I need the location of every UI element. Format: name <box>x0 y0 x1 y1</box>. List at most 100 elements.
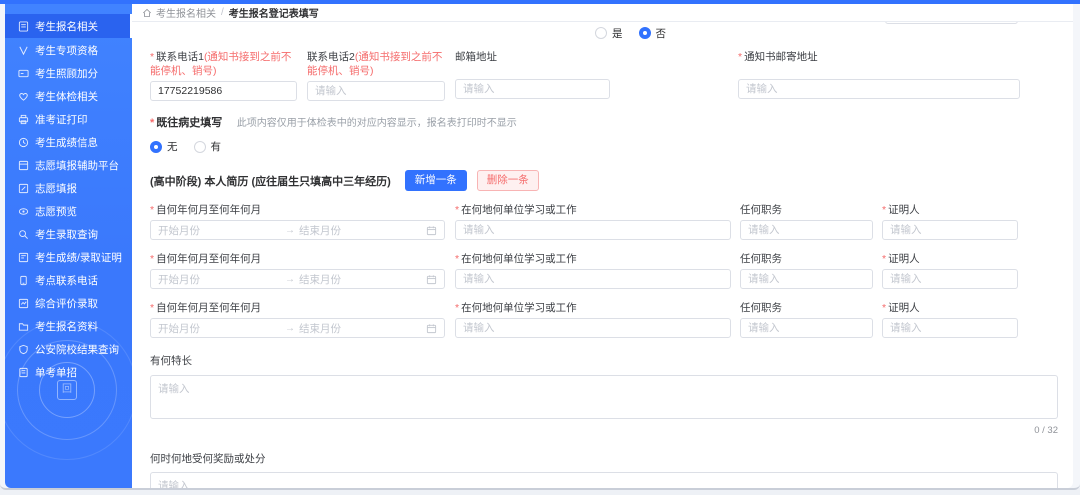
sidebar-item-volunteer-fill[interactable]: 志愿填报 <box>5 177 132 199</box>
sidebar-item-label: 考生专项资格 <box>35 44 98 57</box>
delete-row-button[interactable]: 删除一条 <box>476 170 539 191</box>
sidebar: 考生报名相关 考生专项资格 考生照顾加分 考生体检相关 准考证打印 考生成绩信息… <box>5 4 132 488</box>
witness-input[interactable] <box>882 318 1018 339</box>
sidebar-item-police-college-result[interactable]: 公安院校结果查询 <box>5 338 132 360</box>
duty-input[interactable] <box>740 318 873 339</box>
sidebar-item-label: 考生成绩/录取证明 <box>35 251 122 264</box>
breadcrumb-current: 考生报名登记表填写 <box>228 9 319 20</box>
place-label: 在何地何单位学习或工作 <box>455 252 731 266</box>
sidebar-item-score-admission-certificate[interactable]: 考生成绩/录取证明 <box>5 246 132 268</box>
calendar-icon <box>426 225 437 235</box>
date-range-picker[interactable]: 开始月份 → 结束月份 <box>150 318 445 339</box>
top-radio-group: 是 否 <box>595 26 1073 40</box>
duty-label: 任何职务 <box>740 253 782 266</box>
breadcrumb: 考生报名相关 / 考生报名登记表填写 <box>132 4 1073 22</box>
duty-label: 任何职务 <box>740 203 782 216</box>
period-label: 自何年何月至何年何月 <box>150 203 445 217</box>
awards-section: 何时何地受何奖励或处分 0 / 64 <box>150 452 1073 488</box>
sidebar-item-label: 考生报名资料 <box>35 320 98 333</box>
range-arrow-icon: → <box>285 224 295 236</box>
material-icon <box>18 321 29 332</box>
date-range-picker[interactable]: 开始月份 → 结束月份 <box>150 220 445 241</box>
awards-textarea[interactable] <box>150 471 1058 488</box>
sidebar-item-label: 公安院校结果查询 <box>35 343 119 356</box>
sidebar-item-admission-ticket-print[interactable]: 准考证打印 <box>5 108 132 130</box>
app-window: 考生报名相关 考生专项资格 考生照顾加分 考生体检相关 准考证打印 考生成绩信息… <box>0 4 1080 490</box>
range-arrow-icon: → <box>285 322 295 334</box>
phone1-label: 联系电话1(通知书接到之前不能停机、销号) <box>150 50 297 78</box>
specialty-char-counter: 0 / 32 <box>1034 424 1058 436</box>
duty-input[interactable] <box>740 269 873 290</box>
email-label: 邮箱地址 <box>455 51 497 63</box>
resume-row: 自何年何月至何年何月 开始月份 → 结束月份 在何地何单位学习或工作 任何职务 <box>150 203 1073 241</box>
email-input[interactable] <box>455 79 610 99</box>
bonus-icon <box>18 68 29 79</box>
query-icon <box>18 229 29 240</box>
place-input[interactable] <box>455 220 731 241</box>
sidebar-item-registration[interactable]: 考生报名相关 <box>5 14 132 38</box>
certificate-icon <box>18 252 29 263</box>
preview-icon <box>18 206 29 217</box>
resume-row: 自何年何月至何年何月 开始月份 → 结束月份 在何地何单位学习或工作 任何职务 <box>150 252 1073 290</box>
evaluation-icon <box>18 298 29 309</box>
home-icon <box>142 8 152 17</box>
phone2-input[interactable] <box>307 81 445 102</box>
sidebar-item-bonus-points[interactable]: 考生照顾加分 <box>5 62 132 84</box>
police-icon <box>18 344 29 355</box>
sidebar-item-volunteer-assist-platform[interactable]: 志愿填报辅助平台 <box>5 154 132 176</box>
witness-label: 证明人 <box>882 203 1018 217</box>
phone2-field: 联系电话2(通知书接到之前不能停机、销号) <box>307 50 445 102</box>
sidebar-item-comprehensive-evaluation[interactable]: 综合评价录取 <box>5 292 132 314</box>
platform-icon <box>18 160 29 171</box>
range-arrow-icon: → <box>285 273 295 285</box>
resume-section-header: (高中阶段) 本人简历 (应往届生只填高中三年经历) 新增一条 删除一条 <box>150 170 1073 191</box>
sidebar-item-admission-query[interactable]: 考生录取查询 <box>5 223 132 245</box>
date-range-picker[interactable]: 开始月份 → 结束月份 <box>150 269 445 290</box>
medical-history-section: 既往病史填写 此项内容仅用于体检表中的对应内容显示，报名表打印时不显示 无 有 <box>150 113 1073 154</box>
mail-address-input[interactable] <box>738 79 1020 99</box>
sidebar-item-volunteer-preview[interactable]: 志愿预览 <box>5 200 132 222</box>
sidebar-item-label: 考生照顾加分 <box>35 67 98 80</box>
qualification-icon <box>18 45 29 56</box>
sidebar-item-single-exam[interactable]: 单考单招 <box>5 361 132 383</box>
resume-title: (高中阶段) 本人简历 (应往届生只填高中三年经历) <box>150 175 391 188</box>
sidebar-item-registration-materials[interactable]: 考生报名资料 <box>5 315 132 337</box>
phone1-input[interactable] <box>150 81 297 102</box>
sidebar-item-physical-exam[interactable]: 考生体检相关 <box>5 85 132 107</box>
sidebar-item-label: 考生体检相关 <box>35 90 98 103</box>
main-panel: 是 否 考生报名相关 / 考生报名登记表填写 是 否 <box>132 4 1073 488</box>
calendar-icon <box>426 324 437 334</box>
sidebar-item-score-info[interactable]: 考生成绩信息 <box>5 131 132 153</box>
contact-row: 联系电话1(通知书接到之前不能停机、销号) 联系电话2(通知书接到之前不能停机、… <box>150 50 1073 102</box>
witness-input[interactable] <box>882 220 1018 241</box>
sidebar-item-label: 志愿填报辅助平台 <box>35 159 119 172</box>
witness-input[interactable] <box>882 269 1018 290</box>
breadcrumb-separator: / <box>221 7 224 18</box>
resume-row: 自何年何月至何年何月 开始月份 → 结束月份 在何地何单位学习或工作 任何职务 <box>150 301 1073 339</box>
place-label: 在何地何单位学习或工作 <box>455 301 731 315</box>
breadcrumb-section[interactable]: 考生报名相关 <box>156 5 216 20</box>
health-icon <box>18 91 29 102</box>
place-input[interactable] <box>455 269 731 290</box>
place-input[interactable] <box>455 318 731 339</box>
place-label: 在何地何单位学习或工作 <box>455 203 731 217</box>
top-radio-no[interactable] <box>638 27 651 39</box>
duty-input[interactable] <box>740 220 873 241</box>
sidebar-item-label: 考生成绩信息 <box>35 136 98 149</box>
mail-address-label: 通知书邮寄地址 <box>738 50 1020 76</box>
medical-radio-none[interactable] <box>150 140 162 153</box>
email-field: 邮箱地址 <box>455 50 610 99</box>
sidebar-item-special-qualification[interactable]: 考生专项资格 <box>5 39 132 61</box>
specialty-textarea[interactable] <box>150 374 1058 419</box>
score-icon <box>18 137 29 148</box>
add-row-button[interactable]: 新增一条 <box>404 170 467 191</box>
phone2-label: 联系电话2(通知书接到之前不能停机、销号) <box>307 51 443 78</box>
mail-address-field: 通知书邮寄地址 <box>738 50 1020 99</box>
sidebar-item-label: 综合评价录取 <box>35 297 98 310</box>
witness-label: 证明人 <box>882 301 1018 315</box>
top-radio-yes[interactable] <box>595 27 607 39</box>
medical-radio-have[interactable] <box>193 140 206 153</box>
medical-history-label: 既往病史填写 <box>150 117 222 129</box>
sidebar-item-test-center-phone[interactable]: 考点联系电话 <box>5 269 132 291</box>
awards-label: 何时何地受何奖励或处分 <box>150 452 266 465</box>
